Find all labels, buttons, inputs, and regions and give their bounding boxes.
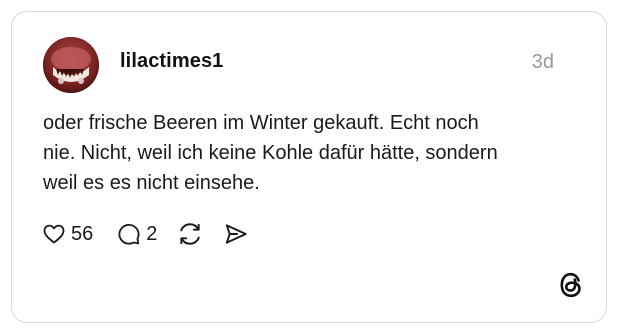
repost-button[interactable] <box>177 221 203 247</box>
avatar[interactable] <box>43 37 99 93</box>
comment-bubble-icon <box>118 224 140 245</box>
like-count: 56 <box>71 222 94 245</box>
repost-icon <box>180 223 201 245</box>
username[interactable]: lilactimes1 <box>120 50 223 73</box>
heart-icon <box>43 224 65 244</box>
send-icon <box>226 224 248 244</box>
reply-count: 2 <box>146 222 158 245</box>
avatar-image <box>43 37 99 93</box>
share-button[interactable] <box>223 221 249 247</box>
like-button[interactable]: 56 <box>42 222 93 246</box>
post-text-line: nie. Nicht, weil ich keine Kohle dafür h… <box>43 142 498 164</box>
post-text-line: weil es es nicht einsehe. <box>43 172 260 194</box>
post-text-line: oder frische Beeren im Winter gekauft. E… <box>43 112 479 134</box>
post-timestamp: 3d <box>531 51 554 73</box>
threads-logo-icon <box>558 270 584 300</box>
post-text: oder frische Beeren im Winter gekauft. E… <box>43 108 583 198</box>
action-bar: 56 2 <box>42 219 249 249</box>
post-card: lilactimes1 3d oder frische Beeren im Wi… <box>11 11 607 323</box>
reply-button[interactable]: 2 <box>117 222 157 246</box>
